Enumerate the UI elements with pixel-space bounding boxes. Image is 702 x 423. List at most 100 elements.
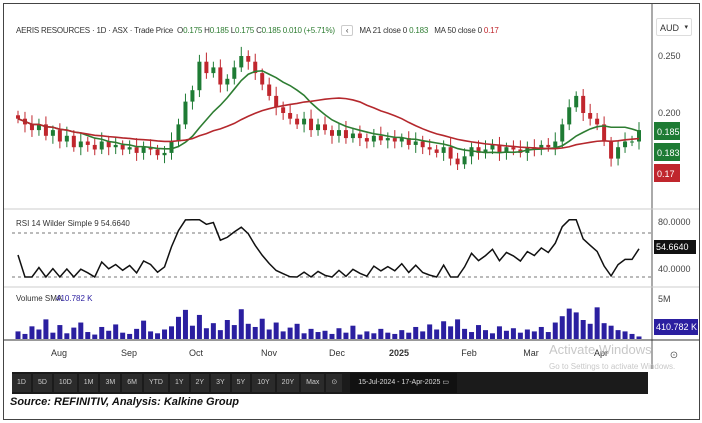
rsi-tick: 80.0000: [658, 217, 691, 227]
range-button-6m[interactable]: 6M: [122, 374, 142, 392]
candle-body: [511, 147, 516, 150]
candle-body: [343, 130, 348, 139]
volume-bar: [134, 328, 140, 339]
volume-bar: [36, 329, 42, 339]
candle-body: [623, 141, 628, 148]
volume-bar: [231, 325, 237, 339]
currency-select[interactable]: AUD ▾: [656, 18, 692, 36]
volume-bar: [350, 325, 356, 339]
volume-bar: [92, 334, 98, 339]
range-button-3y[interactable]: 3Y: [211, 374, 230, 392]
volume-bar: [594, 307, 600, 339]
candle-body: [176, 124, 181, 142]
volume-bar: [175, 316, 181, 339]
candle-body: [609, 141, 614, 159]
volume-bar: [43, 319, 49, 339]
candle-body: [225, 78, 230, 85]
low-value: 0.175: [235, 26, 255, 35]
volume-bar: [615, 330, 621, 339]
range-button-2y[interactable]: 2Y: [190, 374, 210, 392]
volume-bar: [357, 334, 363, 339]
volume-bar: [259, 318, 265, 339]
range-button-ytd[interactable]: YTD: [143, 374, 168, 392]
candle-body: [162, 152, 167, 156]
volume-bar: [531, 331, 537, 339]
price-chart[interactable]: 0.250 0.200 0.185 0.183 0.17 RSI 14 Wilder Si…: [4, 4, 699, 369]
volume-bar: [189, 325, 195, 339]
collapse-legend-button[interactable]: ‹: [340, 25, 354, 36]
range-button-5y[interactable]: 5Y: [231, 374, 251, 392]
candle-body: [448, 147, 453, 159]
last-value-label: 0.17: [657, 169, 675, 179]
range-button-10d[interactable]: 10D: [53, 374, 77, 392]
volume-bar: [266, 329, 272, 339]
range-button-10y[interactable]: 10Y: [252, 374, 275, 392]
volume-bar: [566, 308, 572, 339]
volume-bar: [462, 328, 468, 339]
ma21-line: [17, 70, 640, 154]
candle-body: [57, 130, 62, 142]
candle-body: [295, 118, 300, 125]
volume-value-label: 410.782 K: [656, 322, 697, 332]
volume-bar: [85, 332, 91, 339]
candle-body: [546, 144, 551, 148]
candle-body: [169, 141, 174, 153]
x-tick: Mar: [523, 348, 539, 358]
chart-legend: AERIS RESOURCES · 1D · ASX · Trade Price…: [16, 25, 499, 36]
volume-bar: [120, 332, 126, 339]
candle-body: [267, 84, 272, 96]
volume-bar: [413, 326, 419, 339]
volume-bar: [371, 333, 377, 339]
range-button-max[interactable]: Max: [301, 374, 325, 392]
candle-body: [595, 118, 600, 125]
price-tick: 0.250: [658, 51, 681, 61]
candle-body: [134, 147, 139, 153]
volume-bar: [336, 328, 342, 339]
candle-body: [336, 130, 341, 136]
candle-body: [378, 135, 383, 141]
range-button-1y[interactable]: 1Y: [169, 374, 189, 392]
candle-body: [630, 141, 635, 143]
volume-bar: [427, 324, 433, 339]
candle-body: [232, 67, 237, 79]
candle-body: [413, 141, 418, 145]
candle-body: [427, 147, 432, 150]
source-caption: Source: REFINITIV, Analysis: Kalkine Gro…: [10, 396, 240, 408]
candle-body: [392, 138, 397, 142]
range-button-1d[interactable]: 1D: [12, 374, 31, 392]
range-button-1m[interactable]: 1M: [78, 374, 99, 392]
range-button-5d[interactable]: 5D: [32, 374, 52, 392]
candle-body: [141, 147, 146, 153]
calendar-icon: ▭: [442, 379, 449, 386]
candle-body: [385, 138, 390, 141]
volume-bar: [127, 333, 133, 339]
volume-bar: [308, 328, 314, 339]
volume-bar: [608, 325, 614, 339]
candle-body: [637, 130, 641, 142]
volume-bar: [252, 326, 258, 339]
candle-body: [85, 141, 90, 145]
candle-body: [316, 124, 321, 131]
volume-bar: [399, 330, 405, 339]
ma21-label: MA 21 close 0: [359, 26, 408, 35]
volume-bar: [580, 320, 586, 339]
date-range-picker[interactable]: 15-Jul-2024 - 17-Apr-2025 ▭: [350, 373, 457, 393]
volume-bar: [155, 333, 161, 339]
range-button-20y[interactable]: 20Y: [276, 374, 300, 392]
candle-body: [371, 135, 376, 142]
candle-body: [246, 56, 251, 62]
candle-body: [288, 113, 293, 119]
range-button-3m[interactable]: 3M: [100, 374, 121, 392]
candle-body: [574, 95, 579, 108]
reset-icon[interactable]: ⊙: [326, 374, 343, 392]
volume-bar: [78, 322, 84, 339]
range-toolbar: 1D 5D 10D 1M 3M 6M YTD 1Y 2Y 3Y 5Y 10Y 20Y Max ⊙ 15-Jul…: [12, 372, 648, 394]
rsi-title: RSI 14 Wilder Simple 9 54.6640: [16, 219, 130, 228]
volume-bar: [329, 333, 335, 339]
candle-body: [113, 144, 118, 148]
chevron-down-icon: ▾: [684, 24, 688, 31]
volume-bar: [141, 320, 147, 339]
volume-bar: [420, 331, 426, 339]
volume-bar: [503, 330, 509, 339]
candle-body: [302, 118, 307, 125]
